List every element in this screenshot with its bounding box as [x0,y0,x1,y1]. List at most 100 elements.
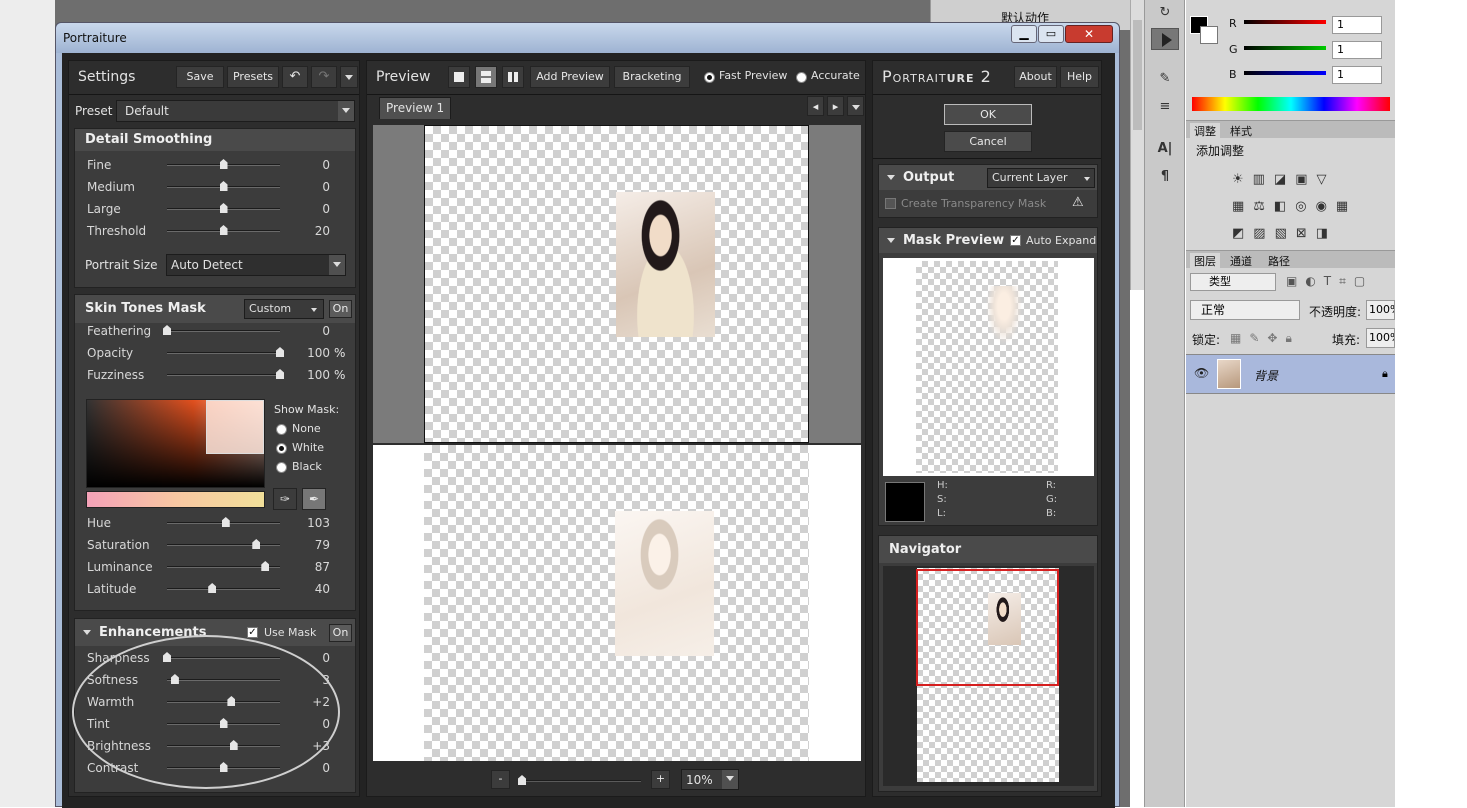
g-value-field[interactable]: 1 [1332,41,1382,59]
contrast-slider-knob[interactable] [219,762,228,772]
sliders-icon[interactable]: ≡ [1156,98,1174,116]
background-color[interactable] [1200,26,1218,44]
help-button[interactable]: Help [1060,66,1099,88]
fine-slider[interactable] [167,159,280,169]
layer-row-background[interactable]: 👁︎ 背景 🔒︎ [1186,354,1395,394]
fuzziness-slider[interactable] [167,369,284,379]
original-view[interactable] [373,125,861,443]
tab-styles[interactable]: 样式 [1226,123,1256,139]
skin-mode-select[interactable]: Custom [244,299,324,319]
r-value-field[interactable]: 1 [1332,16,1382,34]
tab-adjustments[interactable]: 调整 [1190,123,1220,139]
ps-scrollbar[interactable] [1130,0,1144,290]
accurate-radio[interactable] [796,72,807,83]
medium-slider-knob[interactable] [219,181,228,191]
presets-button[interactable]: Presets [227,66,279,88]
hue-slider-knob[interactable] [221,517,230,527]
warmth-slider[interactable] [167,696,280,706]
threshold-slider-knob[interactable] [219,225,228,235]
about-button[interactable]: About [1014,66,1057,88]
softness-slider-knob[interactable] [170,674,179,684]
large-slider-knob[interactable] [219,203,228,213]
tab-paths[interactable]: 路径 [1264,253,1294,269]
character-icon[interactable]: A| [1156,140,1174,158]
mask-white-radio[interactable] [276,443,287,454]
luminance-slider[interactable] [167,561,280,571]
large-slider[interactable] [167,203,280,213]
zoom-select[interactable]: 10% [681,769,739,790]
tab-channels[interactable]: 通道 [1226,253,1256,269]
lock-icons[interactable]: ▦✎✥🔒︎ [1230,331,1310,347]
latitude-slider-knob[interactable] [208,583,217,593]
tab-layers[interactable]: 图层 [1190,253,1220,269]
b-value-field[interactable]: 1 [1332,66,1382,84]
g-slider[interactable] [1244,46,1326,50]
zoom-slider[interactable] [518,775,641,785]
skin-color-range-picker[interactable] [86,399,265,488]
detail-smoothing-header[interactable]: Detail Smoothing [75,129,355,151]
scroll-thumb[interactable] [1133,20,1142,130]
fine-slider-knob[interactable] [219,159,228,169]
hue-slider[interactable] [167,517,280,527]
enh-on-toggle[interactable]: On [329,624,352,642]
feathering-slider[interactable] [163,325,280,335]
mask-black-radio[interactable] [276,462,287,473]
chevron-down-icon[interactable] [722,770,738,789]
layer-filter-select[interactable]: 类型 [1190,273,1276,291]
color-spectrum[interactable] [1192,97,1390,111]
split-horizontal-icon[interactable] [475,66,497,88]
save-button[interactable]: Save [176,66,224,88]
fuzziness-slider-knob[interactable] [276,369,284,379]
sharpness-slider[interactable] [163,652,280,662]
transparency-mask-checkbox[interactable] [885,198,896,209]
luminance-slider-knob[interactable] [261,561,270,571]
collapse-triangle-icon[interactable] [887,170,895,184]
navigator-view-rect[interactable] [916,569,1059,686]
warmth-slider-knob[interactable] [227,696,236,706]
brightness-slider-knob[interactable] [229,740,238,750]
fill-field[interactable]: 100% [1366,328,1395,348]
tint-slider-knob[interactable] [219,718,228,728]
bracketing-button[interactable]: Bracketing [614,66,690,88]
eyedropper-plus-icon[interactable]: ✒ [302,488,326,510]
auto-expand-checkbox[interactable]: ✓ [1010,235,1021,246]
eyedropper-icon[interactable]: ✑ [273,488,297,510]
history-icon[interactable]: ↻ [1156,4,1174,22]
retouched-view[interactable] [373,445,861,761]
opacity-field[interactable]: 100% [1366,300,1395,320]
filter-icons[interactable]: ▣◐T⌗▢ [1286,274,1392,290]
close-button[interactable]: ✕ [1065,25,1113,43]
play-icon[interactable] [1151,28,1179,50]
mask-none-radio[interactable] [276,424,287,435]
preset-select[interactable]: Default [116,100,355,122]
contrast-slider[interactable] [167,762,280,772]
tab-menu-icon[interactable] [847,96,864,116]
chevron-down-icon[interactable] [329,255,345,275]
sharpness-slider-knob[interactable] [163,652,171,662]
skin-hue-bar[interactable] [86,491,265,508]
split-vertical-icon[interactable] [502,66,524,88]
paragraph-icon[interactable]: ¶ [1156,168,1174,186]
saturation-slider-knob[interactable] [252,539,261,549]
skin-range-selection[interactable] [206,400,264,454]
opacity-slider-knob[interactable] [276,347,284,357]
portrait-size-select[interactable]: Auto Detect [166,254,346,276]
next-arrow-icon[interactable]: ▸ [827,96,844,116]
use-mask-checkbox[interactable]: ✓ [247,627,258,638]
chevron-down-icon[interactable] [338,101,354,121]
prev-arrow-icon[interactable]: ◂ [807,96,824,116]
redo-icon[interactable]: ↷ [311,66,337,88]
tint-slider[interactable] [167,718,280,728]
r-slider[interactable] [1244,20,1326,24]
single-view-icon[interactable] [448,66,470,88]
zoom-out-button[interactable]: - [491,770,510,789]
collapse-triangle-icon[interactable] [887,233,895,247]
opacity-slider[interactable] [167,347,284,357]
collapse-triangle-icon[interactable] [83,625,91,639]
ok-button[interactable]: OK [944,104,1032,125]
maximize-button[interactable]: ▭ [1038,25,1064,43]
blend-mode-select[interactable]: 正常 [1190,300,1300,320]
brightness-slider[interactable] [167,740,280,750]
latitude-slider[interactable] [167,583,280,593]
minimize-button[interactable]: ▁ [1011,25,1037,43]
